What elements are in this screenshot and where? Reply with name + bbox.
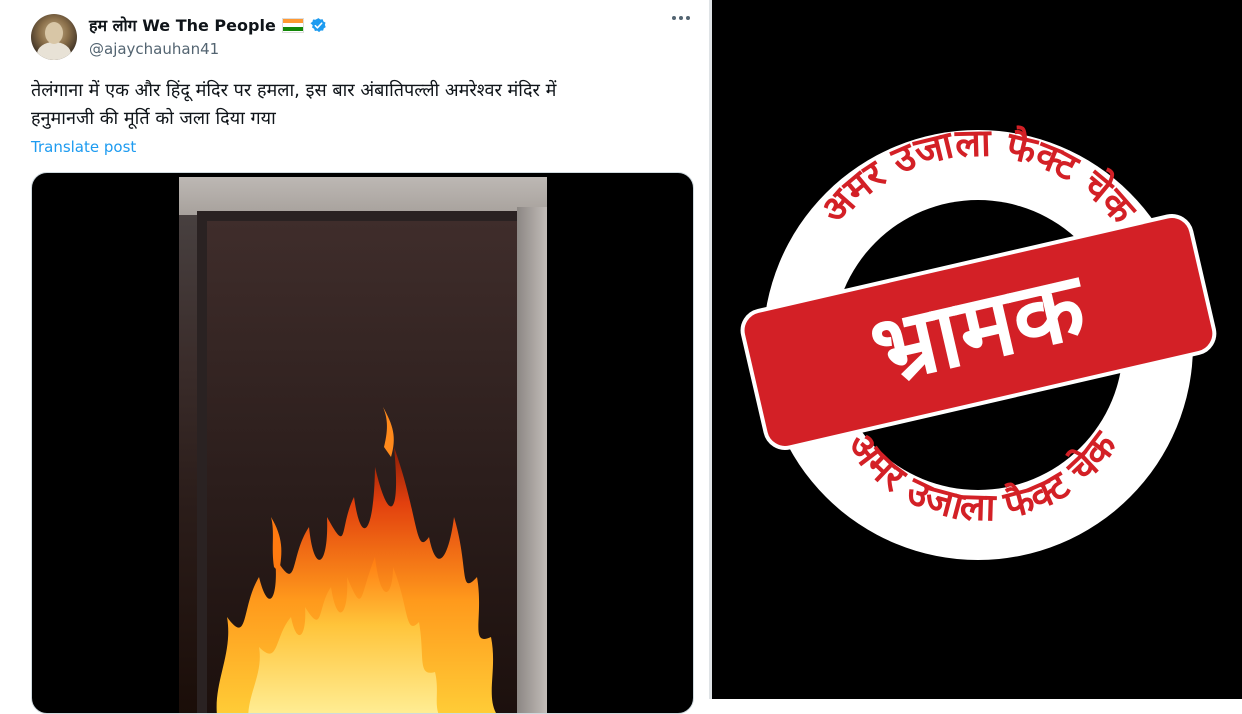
author-handle[interactable]: @ajaychauhan41 (89, 40, 219, 58)
tweet-text-line-1: तेलंगाना में एक और हिंदू मंदिर पर हमला, … (31, 80, 557, 101)
india-flag-icon (281, 17, 304, 33)
verified-badge-icon[interactable] (310, 17, 327, 34)
tweet-text: तेलंगाना में एक और हिंदू मंदिर पर हमला, … (31, 77, 671, 133)
fact-check-stamp: अमर उजाला फैक्ट चेक अमर उजाला फैक्ट चेक … (740, 121, 1217, 560)
display-name[interactable]: हम लोग We The People (89, 14, 276, 36)
avatar-face (45, 22, 63, 44)
avatar[interactable] (31, 14, 77, 60)
video-frame (179, 177, 547, 713)
tweet-card: हम लोग We The People @ajaychauhan41 तेलं… (0, 0, 709, 714)
translate-post-link[interactable]: Translate post (31, 138, 136, 156)
tweet-text-line-2: हनुमानजी की मूर्ति को जला दिया गया (31, 108, 276, 129)
tweet-video[interactable] (31, 172, 694, 714)
avatar-body (37, 42, 71, 60)
author-name-row: हम लोग We The People (89, 14, 327, 36)
fire-flames-icon (216, 407, 497, 713)
video-wall (179, 177, 547, 215)
fact-check-panel: अमर उजाला फैक्ट चेक अमर उजाला फैक्ट चेक … (712, 0, 1242, 699)
more-options-icon[interactable] (672, 16, 690, 20)
